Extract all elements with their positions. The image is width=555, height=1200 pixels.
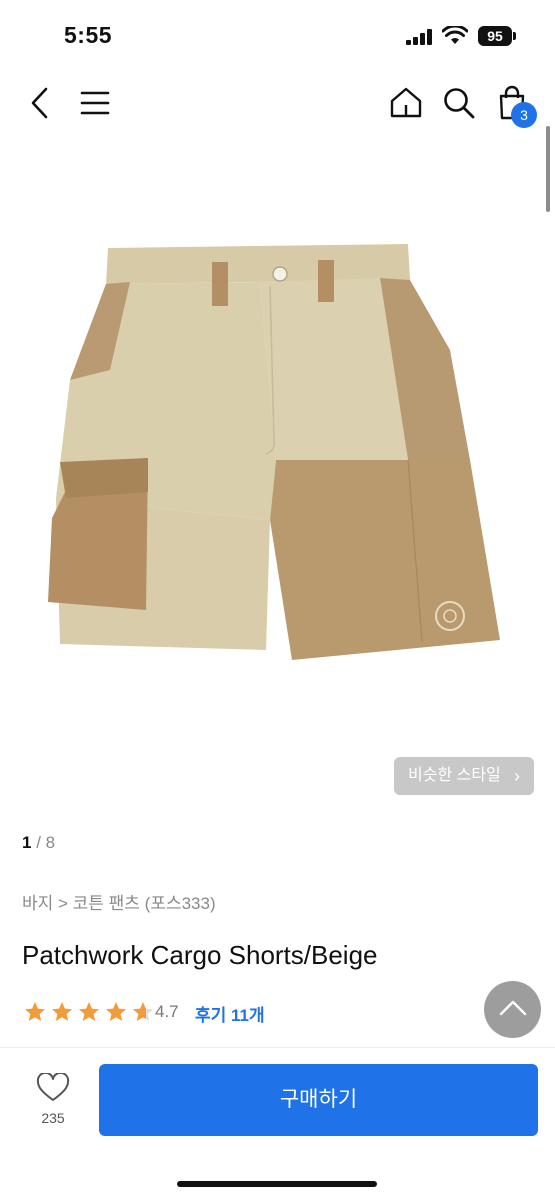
star-icon	[79, 1002, 99, 1021]
review-count-link[interactable]: 후기 11개	[195, 1001, 265, 1026]
scrollbar[interactable]	[546, 126, 550, 212]
image-pager: 1 / 8	[22, 833, 55, 853]
pager-separator: /	[31, 833, 46, 852]
cart-count-badge: 3	[511, 102, 537, 128]
wifi-icon	[442, 26, 468, 44]
similar-style-label: 비슷한 스타일	[408, 767, 501, 784]
half-star-icon	[133, 1002, 153, 1021]
menu-icon[interactable]	[80, 90, 110, 116]
pager-total: 8	[45, 833, 56, 852]
heart-icon[interactable]	[36, 1073, 70, 1103]
search-icon[interactable]	[442, 86, 476, 120]
star-icon	[106, 1002, 126, 1021]
chevron-right-icon: ›	[514, 766, 520, 786]
scroll-to-top-button[interactable]	[484, 981, 541, 1038]
similar-style-button[interactable]: 비슷한 스타일 ›	[394, 757, 534, 795]
back-icon[interactable]	[28, 86, 52, 120]
buy-button[interactable]: 구매하기	[99, 1064, 538, 1136]
bottom-bar-divider	[0, 1047, 555, 1048]
battery-tip	[513, 32, 516, 40]
star-icon	[25, 1002, 45, 1021]
rating-stars	[22, 1000, 156, 1024]
breadcrumb[interactable]: 바지 > 코튼 팬츠 (포스333)	[22, 889, 216, 914]
chevron-up-icon	[499, 1000, 527, 1016]
product-title: Patchwork Cargo Shorts/Beige	[22, 940, 378, 970]
product-image[interactable]	[30, 230, 525, 700]
rating-value: 4.7	[155, 1002, 179, 1021]
star-icon	[52, 1002, 72, 1021]
like-count: 235	[41, 1110, 65, 1126]
home-indicator[interactable]	[177, 1181, 377, 1187]
home-icon[interactable]	[389, 86, 423, 118]
battery-indicator: 95	[478, 26, 512, 46]
status-time: 5:55	[64, 22, 113, 48]
cellular-signal-icon	[406, 29, 434, 45]
